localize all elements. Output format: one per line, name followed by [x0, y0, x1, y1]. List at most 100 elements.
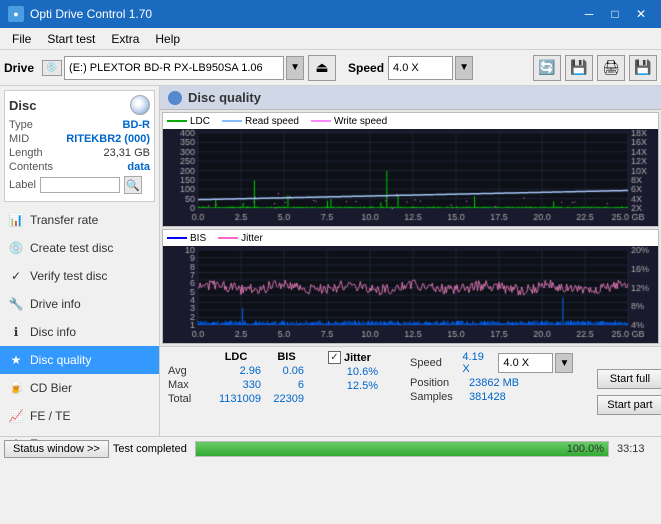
drive-info-icon: 🔧 [8, 296, 24, 312]
disc-mid-label: MID [9, 133, 29, 145]
sidebar-item-disc-info[interactable]: ℹ Disc info [0, 318, 159, 346]
sidebar-item-drive-info[interactable]: 🔧 Drive info [0, 290, 159, 318]
menu-start-test[interactable]: Start test [39, 30, 103, 48]
stats-bar: LDC BIS Avg 2.96 0.06 Max 330 6 Total 11… [160, 346, 661, 436]
minimize-button[interactable]: ─ [577, 5, 601, 23]
start-full-button[interactable]: Start full [597, 369, 661, 389]
drive-dropdown[interactable]: (E:) PLEXTOR BD-R PX-LB950SA 1.06 [64, 56, 284, 80]
menu-extra[interactable]: Extra [103, 30, 147, 48]
nav-label-disc-quality: Disc quality [30, 353, 91, 367]
disc-contents-value: data [127, 161, 150, 173]
legend-write-speed-label: Write speed [334, 116, 387, 127]
samples-label: Samples [410, 391, 465, 403]
toolbar-btn2[interactable]: 💾 [565, 55, 593, 81]
position-label: Position [410, 377, 465, 389]
legend-write-speed-color [311, 120, 331, 122]
stats-col-speed: Speed 4.19 X 4.0 X ▼ Position 23862 MB S… [410, 351, 573, 403]
drive-label: Drive [4, 61, 34, 75]
toolbar-btn1[interactable]: 🔄 [533, 55, 561, 81]
nav-label-verify-test-disc: Verify test disc [30, 269, 107, 283]
ldc-avg: 2.96 [211, 365, 261, 377]
disc-contents-row: Contents data [9, 161, 150, 173]
app-icon: ● [8, 6, 24, 22]
app-title: Opti Drive Control 1.70 [30, 7, 152, 21]
sidebar-item-cd-bier[interactable]: 🍺 CD Bier [0, 374, 159, 402]
disc-label-input[interactable] [40, 177, 120, 193]
jitter-avg: 10.6% [328, 366, 378, 378]
jitter-label: Jitter [344, 352, 371, 364]
jitter-max: 12.5% [328, 380, 378, 392]
sidebar-item-verify-test-disc[interactable]: ✓ Verify test disc [0, 262, 159, 290]
bis-total: 22309 [269, 393, 304, 405]
disc-icon [130, 95, 150, 115]
disc-header: Disc [9, 95, 150, 115]
status-text: Test completed [113, 443, 187, 455]
legend-bis: BIS [167, 233, 206, 244]
content-title: Disc quality [188, 90, 261, 105]
speed-row: Speed 4.19 X 4.0 X ▼ [410, 351, 573, 375]
toolbar-btn3[interactable]: 🖨 [597, 55, 625, 81]
bottom-chart-canvas [163, 246, 658, 343]
legend-read-speed-label: Read speed [245, 116, 299, 127]
ldc-header: LDC [211, 351, 261, 363]
close-button[interactable]: ✕ [629, 5, 653, 23]
disc-info-icon: ℹ [8, 324, 24, 340]
stats-col-jitter: ✓ Jitter 10.6% 12.5% [328, 351, 378, 392]
ldc-total: 1131009 [211, 393, 261, 405]
toolbar-btn4[interactable]: 💾 [629, 55, 657, 81]
title-bar-left: ● Opti Drive Control 1.70 [8, 6, 152, 22]
stats-max-row: Max 330 6 [168, 379, 304, 391]
speed-label-s: Speed [410, 357, 458, 369]
samples-row: Samples 381428 [410, 391, 573, 403]
nav-label-drive-info: Drive info [30, 297, 81, 311]
cd-bier-icon: 🍺 [8, 380, 24, 396]
checkbox-icon: ✓ [328, 351, 341, 364]
max-label: Max [168, 379, 203, 391]
avg-label: Avg [168, 365, 203, 377]
status-window-button[interactable]: Status window >> [4, 440, 109, 458]
bottom-chart: BIS Jitter [162, 229, 659, 344]
stats-avg-row: Avg 2.96 0.06 [168, 365, 304, 377]
bottom-chart-legend: BIS Jitter [163, 230, 658, 246]
sidebar-item-disc-quality[interactable]: ★ Disc quality [0, 346, 159, 374]
jitter-max-row: 12.5% [328, 380, 378, 392]
sidebar-item-fe-te[interactable]: 📈 FE / TE [0, 402, 159, 430]
sidebar: Disc Type BD-R MID RITEKBR2 (000) Length… [0, 86, 160, 436]
disc-label-btn[interactable]: 🔍 [124, 176, 142, 194]
drive-dropdown-arrow[interactable]: ▼ [286, 56, 304, 80]
menu-help[interactable]: Help [147, 30, 188, 48]
disc-contents-label: Contents [9, 161, 53, 173]
verify-test-disc-icon: ✓ [8, 268, 24, 284]
speed-dropdown[interactable]: 4.0 X [388, 56, 453, 80]
bis-header: BIS [269, 351, 304, 363]
menu-bar: File Start test Extra Help [0, 28, 661, 50]
speed-label: Speed [348, 61, 384, 75]
top-chart: LDC Read speed Write speed [162, 112, 659, 227]
charts-container: LDC Read speed Write speed [160, 110, 661, 346]
jitter-checkbox[interactable]: ✓ Jitter [328, 351, 371, 364]
sidebar-item-create-test-disc[interactable]: 💿 Create test disc [0, 234, 159, 262]
legend-ldc: LDC [167, 116, 210, 127]
maximize-button[interactable]: □ [603, 5, 627, 23]
main-layout: Disc Type BD-R MID RITEKBR2 (000) Length… [0, 86, 661, 436]
start-part-button[interactable]: Start part [597, 395, 661, 415]
speed-dropdown-stats[interactable]: 4.0 X [498, 353, 553, 373]
jitter-avg-row: 10.6% [328, 366, 378, 378]
menu-file[interactable]: File [4, 30, 39, 48]
eject-button[interactable]: ⏏ [308, 55, 336, 81]
disc-title: Disc [9, 98, 36, 113]
bottom-chart-area [163, 246, 658, 343]
content-header-icon [168, 91, 182, 105]
top-chart-legend: LDC Read speed Write speed [163, 113, 658, 129]
content-area: Disc quality LDC Read speed Writ [160, 86, 661, 436]
drive-select-container: 💿 (E:) PLEXTOR BD-R PX-LB950SA 1.06 ▼ [42, 56, 304, 80]
speed-stats-arrow[interactable]: ▼ [555, 353, 573, 373]
legend-jitter-label: Jitter [241, 233, 263, 244]
legend-bis-color [167, 237, 187, 239]
legend-jitter: Jitter [218, 233, 263, 244]
speed-value: 4.19 X [462, 351, 490, 375]
speed-select-stats: 4.0 X ▼ [498, 353, 573, 373]
sidebar-item-transfer-rate[interactable]: 📊 Transfer rate [0, 206, 159, 234]
speed-dropdown-arrow[interactable]: ▼ [455, 56, 473, 80]
legend-ldc-label: LDC [190, 116, 210, 127]
